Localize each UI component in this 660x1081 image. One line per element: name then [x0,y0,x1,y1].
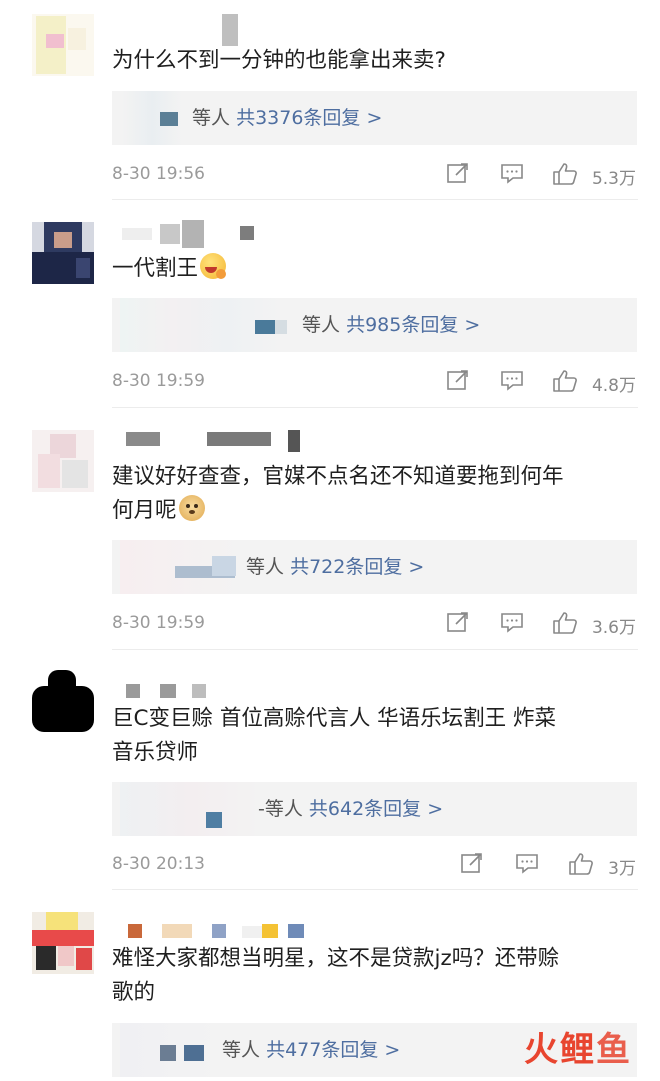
timestamp: 8-30 19:59 [112,371,205,391]
comment-text: 建议好好查查，官媒不点名还不知道要拖到何年 何月呢 [112,464,564,523]
reply-users-label: -等人 [258,798,303,820]
reply-users-label: 等人 [222,1039,261,1061]
timestamp: 8-30 19:59 [112,613,205,633]
comment-text: 巨C变巨赊 首位高赊代言人 华语乐坛割王 炸菜 音乐贷师 [112,706,557,765]
username[interactable] [112,924,312,944]
comment-meta: 8-30 19:59 4.8万 [112,369,636,396]
share-icon[interactable] [446,369,470,395]
like-count: 3.6万 [591,618,636,638]
comment-meta: 8-30 20:13 3万 [112,852,636,879]
username[interactable] [112,220,292,248]
comment-icon[interactable] [500,162,524,188]
reply-summary[interactable]: 等人 共722条回复 > [112,540,637,594]
timestamp: 8-30 20:13 [112,854,205,874]
username[interactable] [112,684,232,704]
comment-text: 一代割王 [112,252,636,286]
like-count: 4.8万 [591,376,636,396]
like-count: 3万 [608,859,636,879]
avatar[interactable] [32,14,94,76]
username[interactable] [112,430,312,452]
comment-item: 为什么不到一分钟的也能拿出来卖? 等人 共3376条回复 > 8-30 19:5… [0,0,660,200]
comment-item: 巨C变巨赊 首位高赊代言人 华语乐坛割王 炸菜 音乐贷师 -等人 共642条回复… [0,650,660,890]
avatar[interactable] [32,430,94,492]
timestamp: 8-30 19:56 [112,164,205,184]
avatar[interactable] [32,222,94,284]
reply-count-link[interactable]: 共722条回复 > [290,556,424,578]
thumbs-up-icon[interactable] [552,611,578,639]
reply-count-link[interactable]: 共3376条回复 > [236,107,382,129]
username[interactable] [112,14,272,46]
thumbs-up-icon[interactable] [552,369,578,397]
comment-text: 难怪大家都想当明星，这不是贷款jz吗？还带赊 歌的 [112,946,560,1005]
comment-meta: 8-30 19:56 5.3万 [112,162,636,189]
avatar[interactable] [32,912,94,974]
reply-summary[interactable]: 等人 共3376条回复 > [112,91,637,145]
reply-summary[interactable]: -等人 共642条回复 > [112,782,637,836]
doge-emoji-icon [178,495,205,521]
reply-users-label: 等人 [302,314,341,336]
comment-item: 难怪大家都想当明星，这不是贷款jz吗？还带赊 歌的 等人 共477条回复 > 火… [0,890,660,1081]
comment-feed: 为什么不到一分钟的也能拿出来卖? 等人 共3376条回复 > 8-30 19:5… [0,0,660,1081]
reply-count-link[interactable]: 共985条回复 > [346,314,480,336]
like-count: 5.3万 [591,169,636,189]
reply-users-label: 等人 [192,107,231,129]
comment-item: 一代割王 等人 共985条回复 > 8-30 19:59 4.8万 [0,200,660,408]
thumbs-up-icon[interactable] [552,162,578,190]
comment-text: 为什么不到一分钟的也能拿出来卖? [112,48,446,73]
share-icon[interactable] [446,611,470,637]
watermark-logo: 火鲤鱼 [524,1030,632,1070]
avatar[interactable] [32,670,94,732]
share-icon[interactable] [460,852,484,878]
comment-icon[interactable] [515,852,539,878]
comment-meta: 8-30 19:59 3.6万 [112,611,636,638]
reply-count-link[interactable]: 共642条回复 > [309,798,443,820]
thumbs-up-icon[interactable] [568,852,594,880]
share-icon[interactable] [446,162,470,188]
reply-summary[interactable]: 等人 共985条回复 > [112,298,637,352]
drooling-face-emoji-icon [200,253,227,279]
comment-icon[interactable] [500,369,524,395]
reply-count-link[interactable]: 共477条回复 > [266,1039,400,1061]
comment-icon[interactable] [500,611,524,637]
reply-users-label: 等人 [246,556,285,578]
comment-item: 建议好好查查，官媒不点名还不知道要拖到何年 何月呢 等人 共722条回复 > 8… [0,408,660,650]
